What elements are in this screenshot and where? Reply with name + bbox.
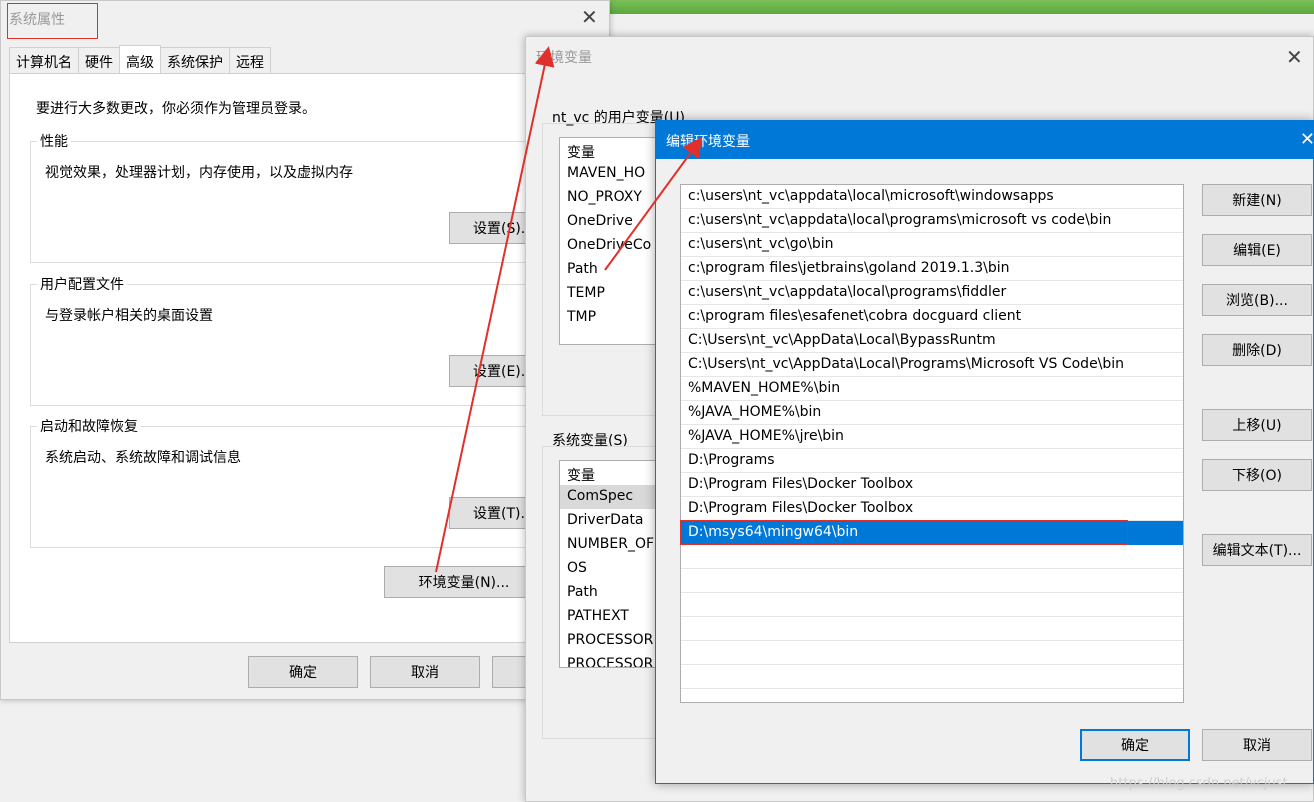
move-down-button[interactable]: 下移(O) [1202,459,1312,491]
path-entry[interactable]: c:\program files\jetbrains\goland 2019.1… [681,257,1183,281]
path-entry[interactable]: c:\users\nt_vc\go\bin [681,233,1183,257]
environment-variables-button[interactable]: 环境变量(N)... [384,566,544,598]
close-icon[interactable]: ✕ [581,7,598,27]
group-title: 启动和故障恢复 [37,416,141,436]
advanced-tab-pane: 要进行大多数更改，你必须作为管理员登录。 性能 视觉效果，处理器计划，内存使用，… [9,73,609,643]
tab-system-protection[interactable]: 系统保护 [160,47,230,73]
tab-advanced[interactable]: 高级 [119,45,161,73]
group-description: 与登录帐户相关的桌面设置 [45,308,213,324]
path-entry[interactable]: D:\Program Files\Docker Toolbox [681,473,1183,497]
tab-bar: 计算机名 硬件 高级 系统保护 远程 [9,45,271,74]
edit-text-button[interactable]: 编辑文本(T)... [1202,534,1312,566]
edit-button[interactable]: 编辑(E) [1202,234,1312,266]
path-entry[interactable]: D:\Programs [681,449,1183,473]
tab-computer-name[interactable]: 计算机名 [9,47,79,73]
window-title: 环境变量 [536,50,592,66]
system-properties-window: 系统属性 ✕ 计算机名 硬件 高级 系统保护 远程 要进行大多数更改，你必须作为… [0,0,610,700]
browse-button[interactable]: 浏览(B)... [1202,284,1312,316]
path-entry[interactable]: c:\program files\esafenet\cobra docguard… [681,305,1183,329]
path-entry[interactable]: %MAVEN_HOME%\bin [681,377,1183,401]
path-entry[interactable]: D:\Program Files\Docker Toolbox [681,497,1183,521]
delete-button[interactable]: 删除(D) [1202,334,1312,366]
group-description: 系统启动、系统故障和调试信息 [45,450,241,466]
path-entry[interactable]: C:\Users\nt_vc\AppData\Local\BypassRuntm [681,329,1183,353]
empty-row[interactable]: . [681,545,1183,569]
path-entry[interactable]: %JAVA_HOME%\bin [681,401,1183,425]
new-button[interactable]: 新建(N) [1202,184,1312,216]
group-title: 性能 [37,131,71,151]
empty-row[interactable]: . [681,569,1183,593]
path-list[interactable]: c:\users\nt_vc\appdata\local\microsoft\w… [680,184,1184,703]
window-title: 编辑环境变量 [666,134,750,150]
watermark: https://blog.csdn.net/vcjust [1110,776,1288,791]
path-entry[interactable]: c:\users\nt_vc\appdata\local\programs\mi… [681,209,1183,233]
ok-button[interactable]: 确定 [248,656,358,688]
group-title: 用户配置文件 [37,274,127,294]
title-annotation-box [7,3,98,39]
empty-row[interactable]: . [681,593,1183,617]
cancel-button[interactable]: 取消 [1202,729,1312,761]
startup-recovery-group: 启动和故障恢复 系统启动、系统故障和调试信息 设置(T)... [30,416,591,548]
close-icon[interactable]: ✕ [1300,129,1314,150]
title-bar: 编辑环境变量 ✕ [656,121,1314,159]
user-profile-group: 用户配置文件 与登录帐户相关的桌面设置 设置(E)... [30,274,591,406]
tab-hardware[interactable]: 硬件 [78,47,120,73]
empty-row[interactable]: . [681,665,1183,689]
tab-remote[interactable]: 远程 [229,47,271,73]
path-entry[interactable]: c:\users\nt_vc\appdata\local\microsoft\w… [681,185,1183,209]
path-entry[interactable]: C:\Users\nt_vc\AppData\Local\Programs\Mi… [681,353,1183,377]
performance-group: 性能 视觉效果，处理器计划，内存使用，以及虚拟内存 设置(S)... [30,131,591,263]
empty-row[interactable]: . [681,641,1183,665]
group-description: 视觉效果，处理器计划，内存使用，以及虚拟内存 [45,165,353,181]
close-icon[interactable]: ✕ [1286,47,1303,67]
move-up-button[interactable]: 上移(U) [1202,409,1312,441]
path-entry[interactable]: c:\users\nt_vc\appdata\local\programs\fi… [681,281,1183,305]
path-entry[interactable]: %JAVA_HOME%\jre\bin [681,425,1183,449]
ok-button[interactable]: 确定 [1080,729,1190,761]
path-entry-selected[interactable]: D:\msys64\mingw64\bin [681,521,1183,545]
admin-notice: 要进行大多数更改，你必须作为管理员登录。 [36,101,316,117]
edit-environment-variable-window: 编辑环境变量 ✕ c:\users\nt_vc\appdata\local\mi… [655,120,1314,784]
empty-row[interactable]: . [681,617,1183,641]
cancel-button[interactable]: 取消 [370,656,480,688]
desktop-background [610,0,1314,14]
